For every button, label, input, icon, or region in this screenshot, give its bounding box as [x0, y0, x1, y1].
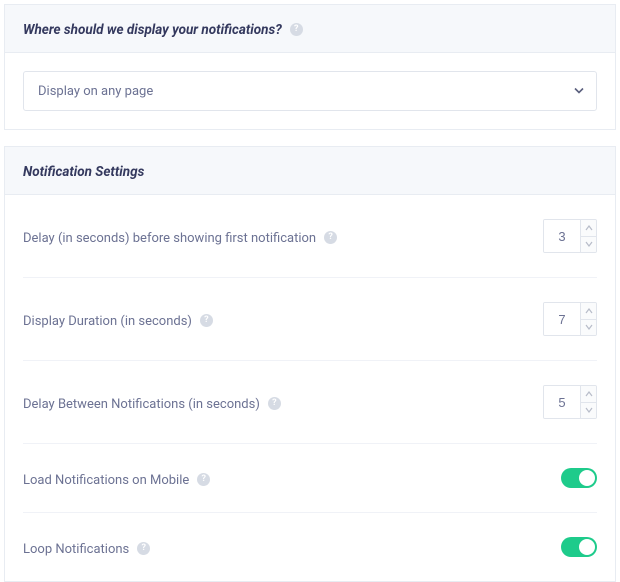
setting-label-delay-first: Delay (in seconds) before showing first … [23, 231, 316, 246]
stepper-buttons [580, 303, 596, 335]
setting-label-display-duration: Display Duration (in seconds) [23, 314, 192, 329]
display-page-select[interactable]: Display on any page [23, 71, 597, 111]
notification-settings-title: Notification Settings [23, 164, 144, 180]
load-mobile-toggle[interactable] [561, 468, 597, 488]
stepper-down-button[interactable] [581, 320, 596, 336]
delay-between-input[interactable] [544, 386, 580, 418]
setting-row-delay-first: Delay (in seconds) before showing first … [23, 213, 597, 278]
stepper-up-button[interactable] [581, 303, 596, 320]
notification-settings-header: Notification Settings [5, 147, 615, 195]
stepper-buttons [580, 386, 596, 418]
display-duration-input[interactable] [544, 303, 580, 335]
toggle-knob [579, 470, 595, 486]
setting-row-display-duration: Display Duration (in seconds) ? [23, 278, 597, 361]
stepper-buttons [580, 220, 596, 252]
help-icon[interactable]: ? [197, 473, 210, 486]
help-icon[interactable]: ? [137, 542, 150, 555]
stepper-up-button[interactable] [581, 220, 596, 237]
display-page-select-wrap: Display on any page [23, 71, 597, 111]
setting-row-load-mobile: Load Notifications on Mobile ? [23, 444, 597, 513]
help-icon[interactable]: ? [290, 23, 303, 36]
stepper-up-button[interactable] [581, 386, 596, 403]
delay-first-input[interactable] [544, 220, 580, 252]
display-location-header: Where should we display your notificatio… [5, 5, 615, 53]
help-icon[interactable]: ? [324, 231, 337, 244]
setting-label-wrap: Loop Notifications ? [23, 538, 150, 557]
notification-settings-body: Delay (in seconds) before showing first … [5, 195, 615, 581]
setting-label-wrap: Load Notifications on Mobile ? [23, 469, 210, 488]
section-spacer [4, 130, 616, 146]
display-duration-stepper [543, 302, 597, 336]
stepper-down-button[interactable] [581, 403, 596, 419]
display-location-panel: Where should we display your notificatio… [4, 4, 616, 130]
display-page-select-value: Display on any page [38, 84, 153, 99]
setting-row-loop: Loop Notifications ? [23, 513, 597, 563]
display-location-body: Display on any page [5, 53, 615, 129]
setting-label-load-mobile: Load Notifications on Mobile [23, 473, 189, 488]
setting-label-delay-between: Delay Between Notifications (in seconds) [23, 397, 260, 412]
setting-label-wrap: Delay (in seconds) before showing first … [23, 227, 337, 246]
delay-first-stepper [543, 219, 597, 253]
setting-label-wrap: Display Duration (in seconds) ? [23, 310, 213, 329]
toggle-knob [579, 539, 595, 555]
setting-row-delay-between: Delay Between Notifications (in seconds)… [23, 361, 597, 444]
help-icon[interactable]: ? [200, 314, 213, 327]
notification-settings-panel: Notification Settings Delay (in seconds)… [4, 146, 616, 582]
setting-label-wrap: Delay Between Notifications (in seconds)… [23, 393, 281, 412]
help-icon[interactable]: ? [268, 397, 281, 410]
display-location-title: Where should we display your notificatio… [23, 22, 282, 38]
loop-toggle[interactable] [561, 537, 597, 557]
setting-label-loop: Loop Notifications [23, 542, 129, 557]
delay-between-stepper [543, 385, 597, 419]
stepper-down-button[interactable] [581, 237, 596, 253]
